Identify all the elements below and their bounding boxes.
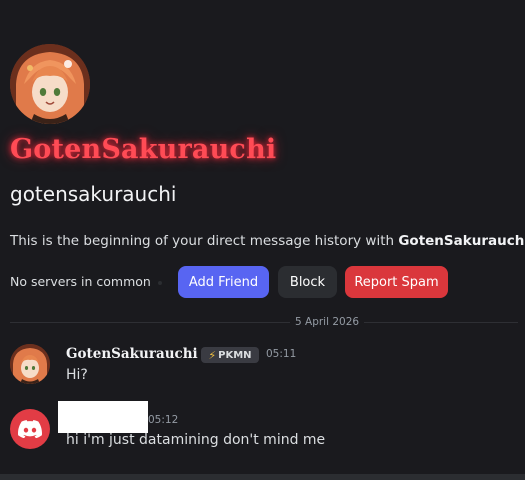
profile-actions: No servers in common Add Friend Block Re…: [10, 266, 520, 298]
message-text: Hi?: [66, 367, 88, 383]
composer-edge: [0, 474, 525, 480]
intro-prefix: This is the beginning of your direct mes…: [10, 233, 399, 249]
server-tag-badge[interactable]: ⚡ PKMN: [201, 347, 259, 363]
separator-dot: [158, 281, 162, 285]
dm-intro-text: This is the beginning of your direct mes…: [10, 233, 525, 249]
add-friend-button[interactable]: Add Friend: [178, 266, 269, 298]
message-timestamp: 05:12: [148, 414, 179, 426]
block-button[interactable]: Block: [278, 266, 337, 298]
message-text: hi i'm just datamining don't mind me: [66, 432, 326, 448]
profile-display-name: GotenSakurauchi: [10, 134, 277, 165]
discord-logo-icon: [18, 420, 42, 438]
date-divider-line: [10, 322, 518, 323]
mutual-servers-text: No servers in common: [10, 274, 151, 289]
lightning-icon: ⚡: [208, 348, 217, 362]
profile-username: gotensakurauchi: [10, 182, 177, 206]
message-avatar[interactable]: [10, 344, 50, 384]
message-timestamp: 05:11: [266, 348, 297, 360]
date-divider-label: 5 April 2026: [290, 316, 365, 328]
report-spam-button[interactable]: Report Spam: [345, 266, 448, 298]
intro-name: GotenSakurauchi: [398, 233, 525, 249]
discord-default-avatar[interactable]: [10, 409, 50, 449]
profile-avatar[interactable]: [10, 44, 90, 124]
redacted-author-name: [58, 401, 148, 433]
message-author[interactable]: GotenSakurauchi: [66, 346, 198, 362]
server-tag-label: PKMN: [218, 349, 252, 361]
